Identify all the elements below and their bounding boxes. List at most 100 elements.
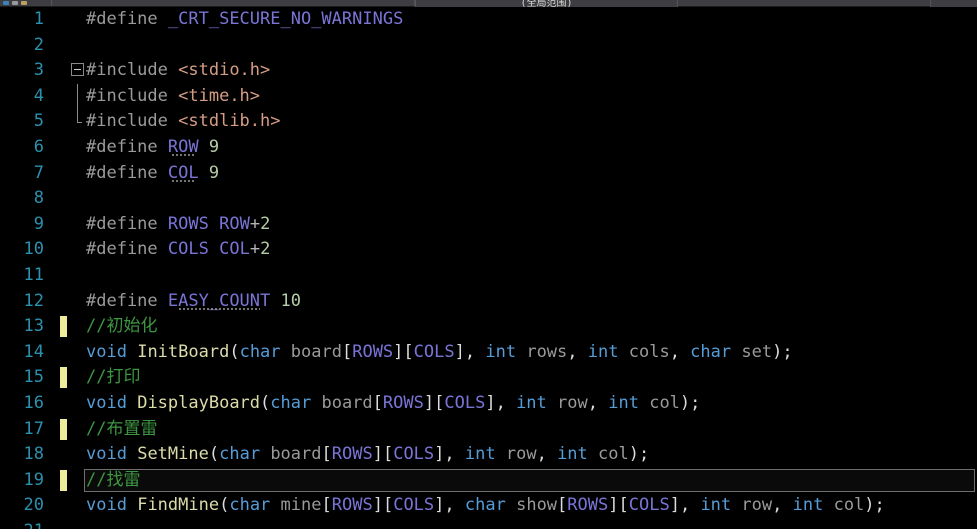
token: int	[485, 341, 517, 362]
token: #define	[86, 162, 158, 183]
line-number: 18	[23, 444, 44, 465]
token: void	[86, 495, 127, 516]
code-line[interactable]: 10 #define COLS COL+2	[0, 237, 977, 263]
code-line[interactable]: 6 #define ROW 9	[0, 135, 977, 161]
toolbar-group-right	[930, 0, 977, 7]
token: row	[741, 495, 773, 516]
code-line[interactable]: 18 void SetMine(char board[ROWS][COLS], i…	[0, 442, 977, 468]
token: ROWS	[331, 444, 373, 465]
token: void	[86, 444, 127, 465]
token: ROWS	[382, 392, 424, 413]
fold-collapse-icon[interactable]	[71, 63, 84, 77]
token: _CRT_SECURE_NO_WARNINGS	[167, 9, 404, 29]
code-line[interactable]: 4 #include <time.h>	[0, 83, 977, 110]
code-line[interactable]: 12 #define EASY_COUNT 10	[0, 289, 977, 315]
code-line-text: #define _CRT_SECURE_NO_WARNINGS	[86, 7, 403, 33]
token: ]	[669, 495, 680, 516]
token: [	[382, 495, 394, 516]
token: ,	[444, 444, 465, 465]
token: ROWS	[331, 495, 373, 516]
code-line[interactable]: 3 #include <stdio.h>	[0, 58, 977, 84]
code-line[interactable]: 9 #define ROWS ROW+2	[0, 212, 977, 238]
code-line-text: void DisplayBoard(char board[ROWS][COLS]…	[86, 391, 700, 417]
code-line-text: void InitBoard(char board[ROWS][COLS], i…	[86, 340, 793, 366]
toolbar-group-members[interactable]	[52, 0, 415, 6]
code-line-text: //打印	[86, 365, 140, 391]
code-line[interactable]: 11	[0, 263, 977, 289]
code-line[interactable]: 1 #define _CRT_SECURE_NO_WARNINGS	[0, 7, 977, 33]
token: show	[516, 495, 558, 516]
token: [	[618, 495, 629, 516]
token: ]	[454, 341, 465, 362]
back-icon[interactable]	[3, 0, 9, 5]
token: );	[628, 444, 650, 465]
token: COLS	[413, 341, 455, 362]
token: #define	[86, 239, 158, 260]
line-number: 21	[0, 519, 44, 529]
code-line[interactable]: 13 //初始化	[0, 314, 977, 340]
token: cols	[628, 341, 670, 362]
code-line[interactable]: 2	[0, 33, 977, 59]
token: [	[321, 495, 332, 516]
token: int	[557, 444, 588, 465]
line-number: 17	[23, 418, 44, 439]
code-line-text: #include <time.h>	[86, 84, 260, 110]
code-line-text: #define ROW 9	[86, 135, 219, 161]
code-line[interactable]: 15 //打印	[0, 365, 977, 391]
token: row	[505, 444, 537, 465]
forward-icon[interactable]	[12, 0, 18, 5]
code-line[interactable]: 7 #define COL 9	[0, 161, 977, 187]
token: #define	[86, 290, 158, 311]
scope-dropdown[interactable]: (全局范围)	[415, 0, 678, 7]
code-line[interactable]: 20 void FindMine(char mine[ROWS][COLS], c…	[0, 493, 977, 519]
code-line[interactable]: 8	[0, 186, 977, 212]
code-line[interactable]: 19 //找雷	[0, 468, 977, 494]
code-line[interactable]: 16 void DisplayBoard(char board[ROWS][COL…	[0, 391, 977, 417]
token: mine	[280, 495, 322, 516]
token: col	[833, 495, 865, 516]
change-marker	[60, 418, 67, 440]
fold-guide-line	[77, 109, 82, 124]
toolbar-group-navigation[interactable]	[0, 0, 52, 6]
token: ]	[485, 392, 496, 413]
token: <time.h>	[178, 85, 261, 106]
code-editor-surface[interactable]: 1 #define _CRT_SECURE_NO_WARNINGS 2 3 #inclu…	[0, 7, 977, 529]
token: row	[557, 392, 588, 413]
code-line[interactable]: 17 //布置雷	[0, 417, 977, 443]
token: (	[219, 495, 230, 516]
token: [	[372, 392, 383, 413]
token: );	[864, 495, 885, 516]
token: [	[557, 495, 568, 516]
token: ,	[444, 495, 465, 516]
token: char	[229, 495, 271, 516]
line-number: 5	[33, 111, 44, 132]
save-icon[interactable]	[21, 0, 27, 5]
line-number: 6	[33, 136, 44, 157]
code-line-text: //布置雷	[86, 417, 157, 443]
change-marker	[60, 316, 67, 338]
token: ,	[495, 392, 517, 413]
code-line[interactable]: 5 #include <stdlib.h>	[0, 109, 977, 135]
token: ROW	[219, 213, 250, 234]
token: 2	[260, 239, 271, 260]
code-line-text: #define EASY_COUNT 10	[86, 289, 301, 315]
code-line[interactable]: 14 void InitBoard(char board[ROWS][COLS],…	[0, 340, 977, 366]
change-marker	[60, 469, 67, 491]
code-line[interactable]: 21	[0, 519, 977, 529]
token: //布置雷	[86, 418, 158, 439]
line-number: 13	[23, 316, 44, 337]
